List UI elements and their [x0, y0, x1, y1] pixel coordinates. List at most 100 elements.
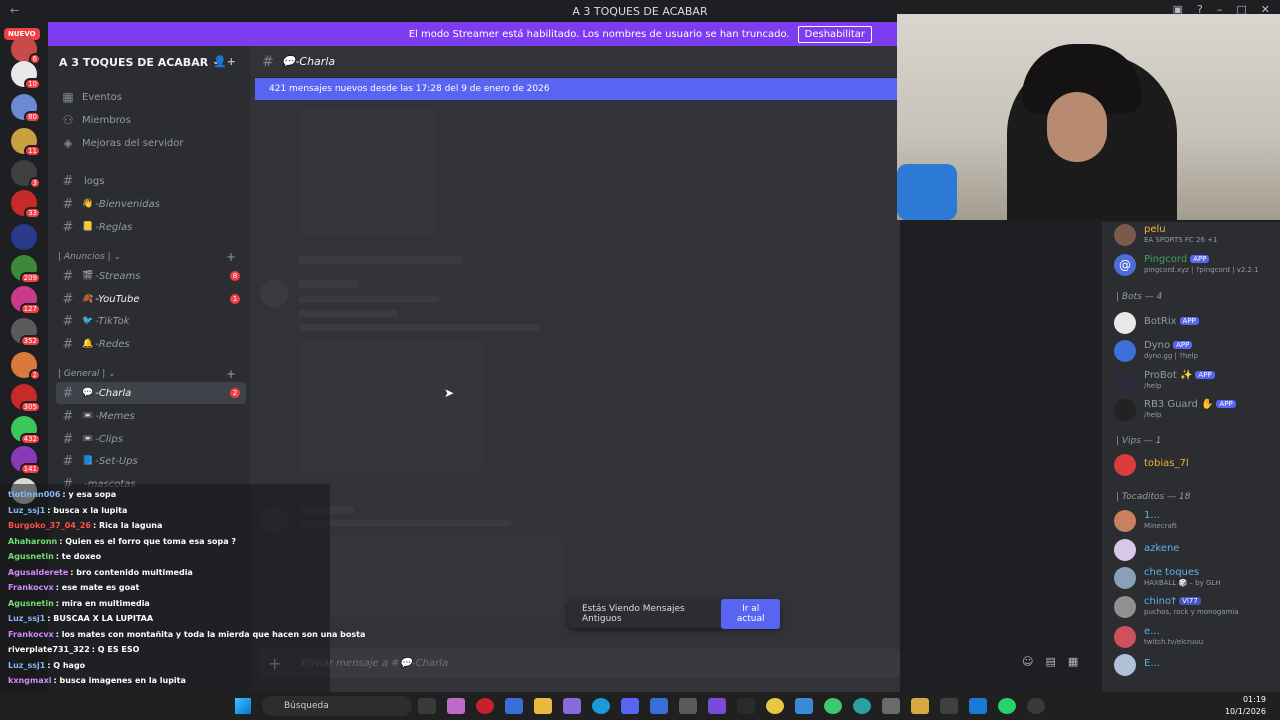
- server-icon[interactable]: 6: [11, 36, 41, 65]
- member-item[interactable]: RB3 Guard ✋ APP/help: [1114, 397, 1280, 425]
- member-item[interactable]: pelu EA SPORTS FC 26 +1: [1114, 222, 1280, 250]
- member-item[interactable]: tobias_7l: [1114, 452, 1280, 480]
- channel-bienvenidas[interactable]: # 👋 -Bienvenidas: [56, 193, 246, 215]
- channel-streams[interactable]: # 🎬 -Streams 8: [56, 265, 246, 287]
- taskbar-search[interactable]: Búsqueda: [262, 696, 412, 716]
- emoji-icon[interactable]: ☺: [1022, 655, 1033, 668]
- member-item[interactable]: chino† VI77 puchos, rock y monogamia: [1114, 594, 1280, 622]
- store-icon[interactable]: [505, 698, 523, 714]
- chat-text: busca imagenes en la lupita: [59, 676, 186, 685]
- mention-badge: 10: [24, 78, 41, 90]
- sidebar-item-events[interactable]: ▦ Eventos: [56, 86, 246, 108]
- folder-icon[interactable]: [534, 698, 552, 714]
- outlook-icon[interactable]: [969, 698, 987, 714]
- hash-icon: #: [62, 173, 74, 189]
- channel-youtube[interactable]: # 🍂 -YouTube 1: [56, 288, 246, 310]
- webcam-bottle: [897, 164, 957, 220]
- member-item[interactable]: e... twitch.tv/elcruuu: [1114, 624, 1280, 652]
- header-channel-emoji: 💬: [281, 55, 296, 68]
- chat-text: y esa sopa: [68, 490, 117, 499]
- notepad-icon[interactable]: [795, 698, 813, 714]
- channel-memes[interactable]: # 📼 -Memes: [56, 405, 246, 427]
- webcam-overlay: [897, 14, 1280, 220]
- server-icon[interactable]: 11: [11, 128, 41, 157]
- loading-placeholder: [298, 324, 540, 331]
- whatsapp-icon[interactable]: [998, 698, 1016, 714]
- add-channel-icon[interactable]: +: [226, 367, 236, 381]
- capcut-icon[interactable]: [940, 698, 958, 714]
- taskbar-clock[interactable]: 01:19 10/1/2026: [1225, 694, 1266, 718]
- chat-text: Q ES ESO: [97, 645, 140, 654]
- server-icon[interactable]: 209: [11, 255, 41, 284]
- new-messages-bar[interactable]: 421 mensajes nuevos desde las 17:28 del …: [255, 78, 900, 100]
- gif-icon[interactable]: ▤: [1045, 655, 1055, 668]
- member-item[interactable]: 1... Minecraft: [1114, 508, 1280, 536]
- hash-icon: #: [62, 196, 74, 212]
- channel-reglas[interactable]: # 📒 -Reglas: [56, 216, 246, 238]
- avatar: [1114, 224, 1136, 246]
- sidebar-item-members[interactable]: ⚇ Miembros: [56, 109, 246, 131]
- hash-icon: #: [62, 336, 74, 352]
- server-icon[interactable]: 2: [11, 352, 41, 381]
- channel-clips[interactable]: # 📼 -Clips: [56, 428, 246, 450]
- discord-icon[interactable]: [621, 698, 639, 714]
- channel-redes[interactable]: # 🔔 -Redes: [56, 333, 246, 355]
- server-header[interactable]: A 3 TOQUES DE ACABAR ⌄ 👤+: [48, 46, 250, 78]
- chrome-profile2-icon[interactable]: [853, 698, 871, 714]
- files-icon[interactable]: [911, 698, 929, 714]
- chat-text: los mates con montañita y toda la mierda…: [61, 629, 366, 639]
- edge-icon[interactable]: [592, 698, 610, 714]
- member-item[interactable]: BotRix APP: [1114, 310, 1280, 338]
- message-composer[interactable]: + Enviar mensaje a #💬-Charla: [258, 648, 900, 678]
- chat-text: Q hago: [53, 660, 86, 670]
- ccleaner-icon[interactable]: [679, 698, 697, 714]
- settings-icon[interactable]: [882, 698, 900, 714]
- disable-streamer-button[interactable]: Deshabilitar: [797, 25, 872, 43]
- avatar: [1114, 370, 1136, 392]
- server-icon[interactable]: 127: [11, 286, 41, 315]
- server-icon[interactable]: 141: [11, 446, 41, 475]
- member-item[interactable]: Dyno APP dyno.gg | ?help: [1114, 338, 1280, 366]
- banner-text: El modo Streamer está habilitado. Los no…: [408, 28, 790, 40]
- app-icon[interactable]: [708, 698, 726, 714]
- obs-icon[interactable]: [1027, 698, 1045, 714]
- category-anuncios[interactable]: | Anuncios | ⌄ +: [58, 250, 244, 264]
- chrome-icon[interactable]: [766, 698, 784, 714]
- unread-badge: 2: [230, 388, 240, 398]
- channel-charla[interactable]: # 💬 -Charla 2: [56, 382, 246, 404]
- copilot-icon[interactable]: [447, 698, 465, 714]
- server-icon[interactable]: 432: [11, 416, 41, 445]
- server-icon[interactable]: 305: [11, 384, 41, 413]
- chrome-profile-icon[interactable]: [824, 698, 842, 714]
- channel-logs[interactable]: # logs: [56, 170, 246, 192]
- vscode-icon[interactable]: [650, 698, 668, 714]
- server-icon[interactable]: 3: [11, 160, 41, 189]
- mention-badge: 11: [24, 145, 41, 157]
- server-icon[interactable]: [11, 224, 37, 250]
- channel-setups[interactable]: # 📘 -Set-Ups: [56, 450, 246, 472]
- member-item[interactable]: @ Pingcord APP pingcord.xyz | ?pingcord | v…: [1114, 252, 1280, 280]
- apps-icon[interactable]: ▦: [1068, 655, 1078, 668]
- terminal-icon[interactable]: [737, 698, 755, 714]
- hash-icon: #: [62, 385, 74, 401]
- jump-to-present-button[interactable]: Ir al actual: [721, 599, 780, 629]
- opera-icon[interactable]: [476, 698, 494, 714]
- member-item[interactable]: E...: [1114, 652, 1280, 680]
- member-item[interactable]: ProBot ✨ APP/help: [1114, 368, 1280, 396]
- category-general[interactable]: | General | ⌄ +: [58, 367, 244, 381]
- pen-icon[interactable]: [563, 698, 581, 714]
- windows-start-icon[interactable]: [235, 698, 251, 714]
- member-item[interactable]: azkene: [1114, 537, 1280, 565]
- channel-tiktok[interactable]: # 🐦 -TikTok: [56, 310, 246, 332]
- server-icon[interactable]: 33: [11, 190, 41, 219]
- add-channel-icon[interactable]: +: [226, 250, 236, 264]
- server-icon[interactable]: 352: [11, 318, 41, 347]
- hash-icon: #: [62, 313, 74, 329]
- member-item[interactable]: che toques HAXBALL 🎲 – by GLH: [1114, 565, 1280, 593]
- arrow-left-icon[interactable]: ←: [10, 4, 19, 17]
- server-icon[interactable]: 10: [11, 61, 41, 90]
- server-icon[interactable]: 80: [11, 94, 41, 123]
- invite-icon[interactable]: 👤+: [213, 55, 236, 68]
- sidebar-item-boosts[interactable]: ◈ Mejoras del servidor: [56, 132, 246, 154]
- task-view-icon[interactable]: [418, 698, 436, 714]
